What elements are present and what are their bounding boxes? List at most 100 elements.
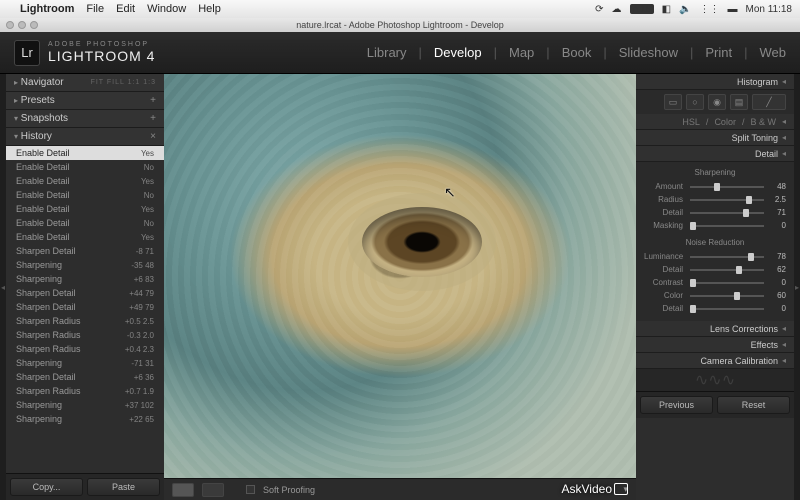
- redeye-tool-icon[interactable]: ◉: [708, 94, 726, 110]
- effects-header[interactable]: Effects◂: [636, 337, 794, 353]
- slider-masking[interactable]: Masking0: [644, 219, 786, 232]
- history-row[interactable]: Sharpen Detail+44 79: [6, 286, 164, 300]
- history-row[interactable]: Sharpening-35 48: [6, 258, 164, 272]
- slider-detail[interactable]: Detail0: [644, 302, 786, 315]
- slider-contrast[interactable]: Contrast0: [644, 276, 786, 289]
- volume-icon[interactable]: 🔈: [679, 4, 691, 15]
- slider-luminance[interactable]: Luminance78: [644, 250, 786, 263]
- slider-color[interactable]: Color60: [644, 289, 786, 302]
- disclosure-icon: ▾: [14, 132, 18, 141]
- history-row[interactable]: Sharpening+6 83: [6, 272, 164, 286]
- noise-title: Noise Reduction: [644, 238, 786, 247]
- slider-amount[interactable]: Amount48: [644, 180, 786, 193]
- module-web[interactable]: Web: [760, 45, 787, 60]
- slider-radius[interactable]: Radius2.5: [644, 193, 786, 206]
- history-row[interactable]: Enable DetailNo: [6, 188, 164, 202]
- image-canvas[interactable]: ↖: [164, 74, 636, 478]
- before-after-button[interactable]: [202, 483, 224, 497]
- disclosure-icon: ◂: [782, 117, 786, 126]
- cloud-icon[interactable]: ☁: [612, 4, 622, 15]
- copy-button[interactable]: Copy...: [10, 478, 83, 496]
- left-panel: ▸ Navigator FIT FILL 1:1 1:3 ▸ Presets +…: [6, 74, 164, 500]
- history-row[interactable]: Enable DetailYes: [6, 146, 164, 160]
- reset-button[interactable]: Reset: [717, 396, 790, 414]
- history-row[interactable]: Sharpen Radius-0.3 2.0: [6, 328, 164, 342]
- display-icon[interactable]: ◧: [662, 4, 671, 15]
- tab-color[interactable]: Color: [714, 117, 736, 127]
- clear-history-icon[interactable]: ×: [150, 131, 156, 142]
- module-slideshow[interactable]: Slideshow: [619, 45, 678, 60]
- disclosure-icon: ◂: [782, 149, 786, 158]
- history-row[interactable]: Sharpen Radius+0.5 2.5: [6, 314, 164, 328]
- previous-button[interactable]: Previous: [640, 396, 713, 414]
- tab-hsl[interactable]: HSL: [682, 117, 700, 127]
- module-develop[interactable]: Develop: [434, 45, 482, 60]
- traffic-lights[interactable]: [6, 21, 38, 29]
- menu-file[interactable]: File: [86, 3, 104, 15]
- history-row[interactable]: Sharpen Detail-8 71: [6, 244, 164, 258]
- crop-tool-icon[interactable]: ▭: [664, 94, 682, 110]
- presets-header[interactable]: ▸ Presets +: [6, 92, 164, 110]
- sync-icon[interactable]: ⟳: [595, 4, 603, 15]
- menu-help[interactable]: Help: [198, 3, 221, 15]
- history-header[interactable]: ▾ History ×: [6, 128, 164, 146]
- disclosure-icon: ◂: [782, 340, 786, 349]
- history-row[interactable]: Sharpen Detail+49 79: [6, 300, 164, 314]
- app-menu[interactable]: Lightroom: [20, 3, 74, 15]
- history-row[interactable]: Sharpen Radius+0.7 1.9: [6, 384, 164, 398]
- slider-detail[interactable]: Detail62: [644, 263, 786, 276]
- history-row[interactable]: Enable DetailYes: [6, 202, 164, 216]
- detail-header[interactable]: Detail◂: [636, 146, 794, 162]
- add-snapshot-icon[interactable]: +: [150, 113, 156, 124]
- paste-button[interactable]: Paste: [87, 478, 160, 496]
- spot-tool-icon[interactable]: ○: [686, 94, 704, 110]
- loupe-view-button[interactable]: [172, 483, 194, 497]
- navigator-modes[interactable]: FIT FILL 1:1 1:3: [91, 79, 156, 86]
- disclosure-icon: ◂: [782, 133, 786, 142]
- menu-window[interactable]: Window: [147, 3, 186, 15]
- histogram-header[interactable]: Histogram◂: [636, 74, 794, 90]
- history-row[interactable]: Enable DetailYes: [6, 230, 164, 244]
- history-row[interactable]: Sharpen Detail+6 36: [6, 370, 164, 384]
- menu-edit[interactable]: Edit: [116, 3, 135, 15]
- disclosure-icon: ◂: [782, 324, 786, 333]
- detail-body: Sharpening Amount48Radius2.5Detail71Mask…: [636, 162, 794, 321]
- brush-tool-icon[interactable]: ╱: [752, 94, 786, 110]
- window-title: nature.lrcat - Adobe Photoshop Lightroom…: [296, 20, 504, 30]
- lens-header[interactable]: Lens Corrections◂: [636, 321, 794, 337]
- snapshots-header[interactable]: ▾ Snapshots +: [6, 110, 164, 128]
- module-book[interactable]: Book: [562, 45, 592, 60]
- module-map[interactable]: Map: [509, 45, 534, 60]
- ornament: ∿∿∿: [636, 369, 794, 391]
- history-row[interactable]: Sharpen Radius+0.4 2.3: [6, 342, 164, 356]
- grad-tool-icon[interactable]: ▤: [730, 94, 748, 110]
- history-row[interactable]: Sharpening+22 65: [6, 412, 164, 426]
- sharpening-title: Sharpening: [644, 168, 786, 177]
- slider-detail[interactable]: Detail71: [644, 206, 786, 219]
- notification-badge[interactable]: A 16: [630, 4, 654, 14]
- history-row[interactable]: Sharpening-71 31: [6, 356, 164, 370]
- module-print[interactable]: Print: [705, 45, 732, 60]
- module-library[interactable]: Library: [367, 45, 407, 60]
- camera-cal-header[interactable]: Camera Calibration◂: [636, 353, 794, 369]
- history-row[interactable]: Enable DetailNo: [6, 216, 164, 230]
- tab-bw[interactable]: B & W: [750, 117, 776, 127]
- tool-strip: ▭ ○ ◉ ▤ ╱: [636, 90, 794, 114]
- flag-icon[interactable]: ▬: [727, 4, 737, 15]
- right-edge-grip[interactable]: ▸: [794, 74, 800, 500]
- clock[interactable]: Mon 11:18: [745, 4, 792, 15]
- macos-menubar: Lightroom File Edit Window Help ⟳ ☁ A 16…: [0, 0, 800, 18]
- split-toning-header[interactable]: Split Toning◂: [636, 130, 794, 146]
- history-row[interactable]: Sharpening+37 102: [6, 398, 164, 412]
- navigator-header[interactable]: ▸ Navigator FIT FILL 1:1 1:3: [6, 74, 164, 92]
- brand-line1: ADOBE PHOTOSHOP: [48, 41, 155, 48]
- soft-proof-checkbox[interactable]: [246, 485, 255, 494]
- wifi-icon[interactable]: ⋮⋮: [699, 4, 719, 15]
- history-row[interactable]: Enable DetailNo: [6, 160, 164, 174]
- disclosure-icon: ◂: [782, 77, 786, 86]
- history-row[interactable]: Enable DetailYes: [6, 174, 164, 188]
- module-picker: Library|Develop|Map|Book|Slideshow|Print…: [367, 45, 786, 60]
- add-preset-icon[interactable]: +: [150, 95, 156, 106]
- lr-logo-icon: Lr: [14, 40, 40, 66]
- hsl-header[interactable]: HSL/ Color/ B & W ◂: [636, 114, 794, 130]
